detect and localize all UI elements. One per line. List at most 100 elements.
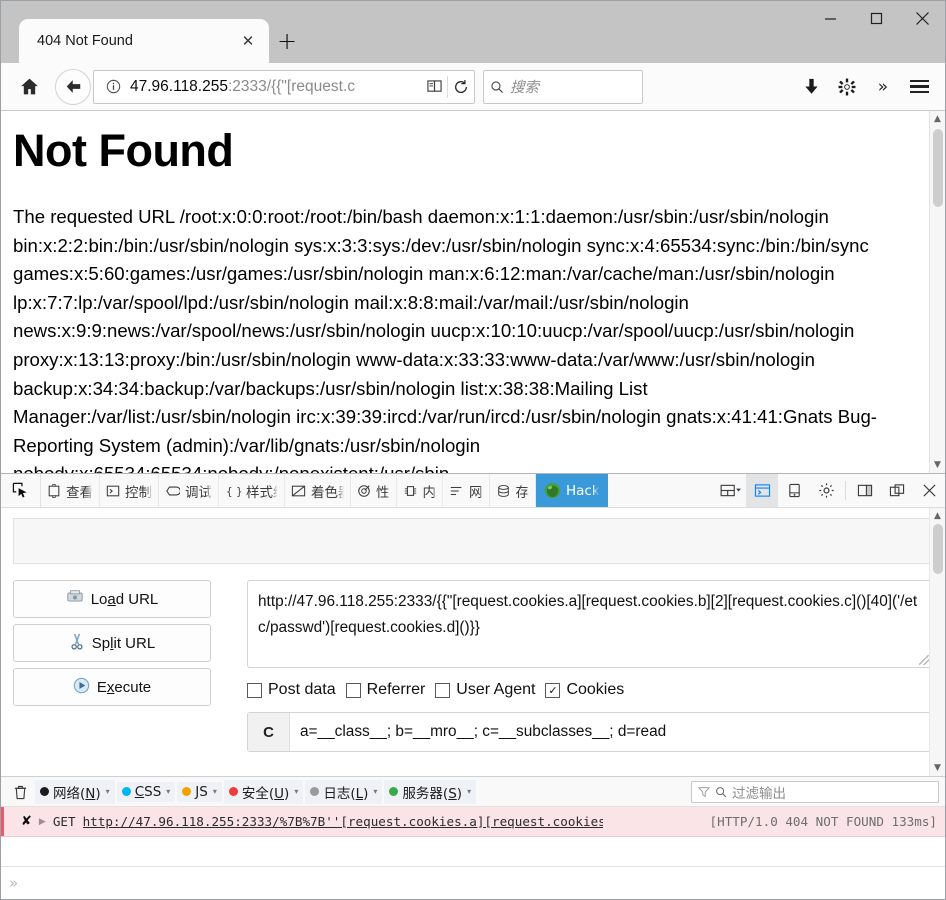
devtools-tab-debugger[interactable]: 调试 [159, 474, 219, 507]
devtools-tab-network[interactable]: 网 [443, 474, 490, 507]
address-bar[interactable]: 47.96.118.255:2333/{{"[request.c [93, 69, 475, 104]
reader-view-icon[interactable] [423, 79, 445, 94]
devtools-tab-inspector[interactable]: 查看 [41, 474, 100, 507]
checkbox-label: Post data [268, 681, 336, 698]
load-url-label: Load URL [90, 590, 159, 608]
devtools-tab-performance[interactable]: 性 [351, 474, 397, 507]
minimize-icon[interactable] [807, 1, 853, 35]
checkbox-box[interactable] [345, 682, 361, 698]
devtools-tab-shader-editor[interactable]: 着色器编 [285, 474, 351, 507]
devtools-tab-label: Hack [566, 482, 600, 499]
close-icon[interactable]: ✕ [235, 28, 261, 54]
overflow-menu-button[interactable]: » [865, 70, 901, 104]
scroll-up-icon[interactable]: ▲ [934, 111, 941, 127]
page-vertical-scrollbar[interactable]: ▲ ▼ [929, 111, 945, 473]
filter-label: 日志(L) [323, 785, 369, 802]
hackbar-body: Load URL Split URL Execute http://47.96.… [13, 580, 933, 752]
hackbar-vertical-scrollbar[interactable]: ▲ ▼ [929, 508, 945, 776]
responsive-design-mode-icon[interactable] [778, 474, 810, 507]
console-log-row-error[interactable]: ✘ ▶ GET http://47.96.118.255:2333/%7B%7B… [1, 807, 945, 837]
chevron-down-icon[interactable]: ▾ [294, 787, 298, 796]
checkbox-box[interactable] [435, 682, 451, 698]
hackbar-actions: Load URL Split URL Execute [13, 580, 211, 752]
page-content-area: Not Found The requested URL /root:x:0:0:… [1, 111, 945, 473]
checkbox-cookies[interactable]: ✓ Cookies [545, 681, 624, 699]
search-bar[interactable]: 搜索 [483, 69, 643, 104]
toolbar-right-actions: » [793, 70, 937, 104]
url-text[interactable]: 47.96.118.255:2333/{{"[request.c [124, 78, 423, 96]
tab-title: 404 Not Found [37, 33, 133, 49]
resize-grip-icon[interactable] [919, 655, 929, 665]
devtools-tab-hackbar[interactable]: Hack [536, 474, 608, 507]
chevron-down-icon[interactable]: ▾ [166, 787, 170, 796]
layout-chooser-icon[interactable] [714, 474, 746, 507]
devtools-settings-gear-icon[interactable] [810, 474, 842, 507]
page-title: Not Found [13, 125, 234, 176]
reload-icon[interactable] [450, 79, 472, 95]
console-command-input[interactable]: » [1, 867, 945, 899]
devtools-tab-memory[interactable]: 内 [397, 474, 443, 507]
clear-console-trash-icon[interactable] [7, 784, 33, 800]
element-picker-icon[interactable] [1, 474, 41, 507]
console-filter-network[interactable]: 网络(N) ▾ [35, 779, 115, 804]
inspector-icon [47, 483, 61, 498]
chevron-down-icon[interactable]: ▾ [213, 787, 217, 796]
dock-to-side-icon[interactable] [849, 474, 881, 507]
search-icon [716, 786, 727, 797]
request-url[interactable]: http://47.96.118.255:2333/%7B%7B''[reque… [83, 814, 603, 829]
new-tab-button[interactable]: + [269, 19, 305, 63]
console-filter-input[interactable]: 过滤输出 [691, 780, 939, 803]
scrollbar-thumb[interactable] [933, 129, 943, 207]
cookies-field[interactable]: C a=__class__; b=__mro__; c=__subclasses… [247, 712, 933, 752]
memory-icon [403, 484, 418, 498]
browser-tab[interactable]: 404 Not Found ✕ [19, 19, 269, 63]
divider [845, 481, 846, 500]
console-filter-placeholder[interactable]: 过滤输出 [732, 782, 786, 802]
split-console: 网络(N) ▾ CSS ▾ JS ▾ 安全(U) ▾ 日志(L) ▾ 服务器(S… [1, 776, 945, 899]
maximize-icon[interactable] [853, 1, 899, 35]
expand-arrow-icon[interactable]: ▶ [39, 817, 46, 827]
checkbox-user-agent[interactable]: User Agent [435, 681, 535, 699]
devtools-tab-console[interactable]: 控制 [100, 474, 159, 507]
console-filter-server[interactable]: 服务器(S) ▾ [384, 779, 477, 804]
devtools-tab-style-editor[interactable]: { } 样式编 [219, 474, 285, 507]
scroll-down-icon[interactable]: ▼ [934, 760, 941, 776]
funnel-icon [698, 786, 710, 797]
close-devtools-icon[interactable] [913, 474, 945, 507]
hamburger-menu-icon[interactable] [901, 70, 937, 104]
console-filter-css[interactable]: CSS ▾ [116, 781, 176, 802]
back-button[interactable] [55, 68, 91, 105]
console-icon [106, 484, 120, 498]
checkbox-box-checked[interactable]: ✓ [545, 682, 561, 698]
search-icon [491, 80, 504, 93]
search-input[interactable]: 搜索 [510, 76, 539, 97]
checkbox-post-data[interactable]: Post data [247, 681, 336, 699]
load-url-button[interactable]: Load URL [13, 580, 211, 618]
cookies-field-prefix: C [248, 713, 290, 751]
console-filter-js[interactable]: JS ▾ [177, 781, 222, 802]
status-dot [40, 787, 49, 796]
scroll-down-icon[interactable]: ▼ [934, 457, 941, 473]
chevron-down-icon[interactable]: ▾ [467, 787, 471, 796]
execute-button[interactable]: Execute [13, 668, 211, 706]
split-console-icon[interactable] [746, 474, 778, 507]
chevron-down-icon[interactable]: ▾ [373, 787, 377, 796]
info-circle-icon[interactable] [102, 79, 124, 94]
close-window-icon[interactable] [899, 1, 945, 35]
scrollbar-thumb[interactable] [933, 524, 943, 574]
console-filter-logging[interactable]: 日志(L) ▾ [305, 779, 383, 804]
dock-to-window-icon[interactable] [881, 474, 913, 507]
cookies-field-value[interactable]: a=__class__; b=__mro__; c=__subclasses__… [290, 713, 932, 751]
checkbox-referrer[interactable]: Referrer [345, 681, 425, 699]
hackbar-url-textarea[interactable]: http://47.96.118.255:2333/{{"[request.co… [247, 580, 933, 668]
split-url-button[interactable]: Split URL [13, 624, 211, 662]
home-icon[interactable] [9, 70, 49, 104]
gear-icon[interactable] [829, 70, 865, 104]
download-arrow-icon[interactable] [793, 70, 829, 104]
console-filter-security[interactable]: 安全(U) ▾ [223, 779, 304, 804]
devtools-tab-storage[interactable]: 存 [490, 474, 536, 507]
scroll-up-icon[interactable]: ▲ [934, 508, 941, 524]
checkbox-box[interactable] [247, 682, 262, 698]
chevron-down-icon[interactable]: ▾ [106, 787, 110, 796]
svg-text:{ }: { } [226, 485, 241, 497]
